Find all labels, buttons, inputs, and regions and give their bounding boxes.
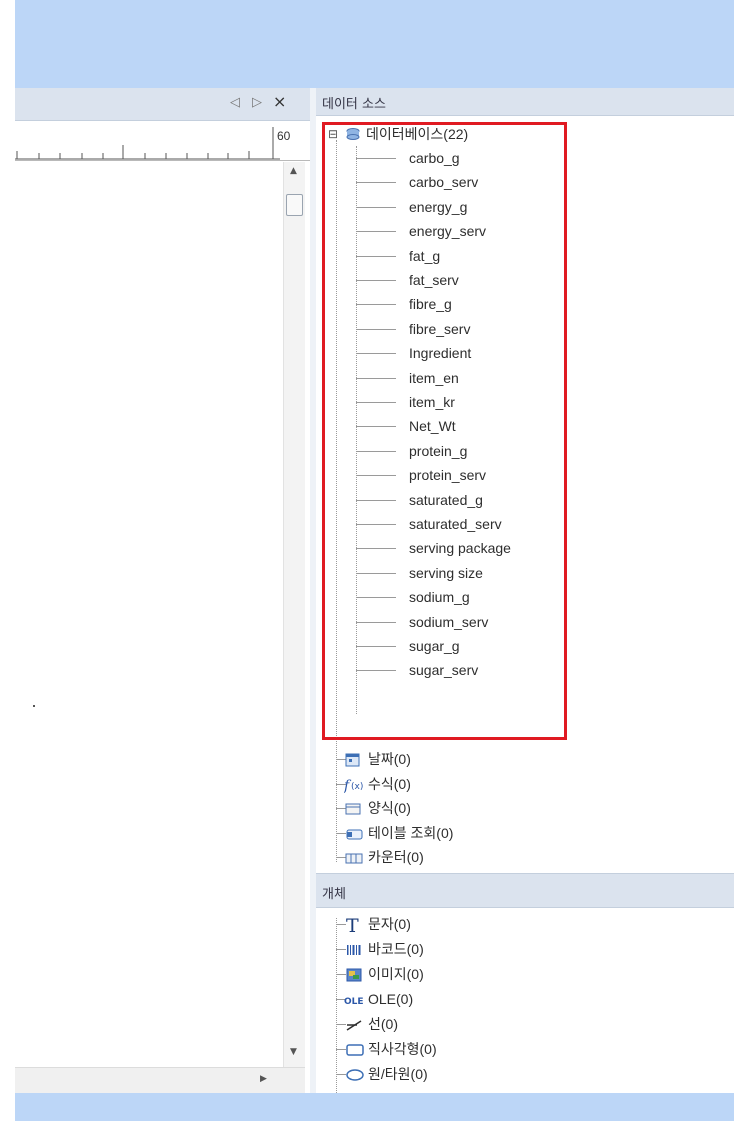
canvas-marker [33,705,35,707]
scroll-thumb[interactable] [286,194,303,216]
data-source-title: 데이터 소스 [322,97,386,112]
tree-item[interactable]: 직사각형(0) [344,1037,604,1061]
svg-text:OLE: OLE [344,997,364,1007]
tree-item[interactable]: 카운터(0) [344,845,604,869]
tree-item-label: 이미지(0) [368,966,424,982]
close-icon[interactable]: × [273,92,286,111]
tree-item[interactable]: 날짜(0) [344,747,604,771]
svg-text:(x): (x) [351,782,363,792]
tree-item[interactable]: 양식(0) [344,796,604,820]
ellipse-icon [344,1066,366,1090]
tree-item[interactable]: 테이블 조회(0) [344,821,604,845]
design-panel-header: ◁ ▷ × [15,88,310,121]
tree-item[interactable]: 원/타원(0) [344,1062,604,1086]
tree-item-label: 양식(0) [368,800,411,817]
tree-item-label: 카운터(0) [368,849,424,866]
title-bar [15,0,734,88]
objects-tree: T 문자(0) 바코드(0) 이미지(0) OLE OLE(0) 선(0) 직사각형(0) 원/… [316,908,734,1093]
scroll-up-icon[interactable]: ▲ [290,166,297,176]
scroll-right-icon[interactable]: ▶ [260,1074,267,1084]
tree-item[interactable]: f (x) 수식(0) [343,772,604,796]
data-source-header: 데이터 소스 [316,88,734,116]
status-bar [15,1093,734,1121]
tree-item-label: OLE(0) [368,991,414,1007]
scroll-down-icon[interactable]: ▼ [290,1047,297,1057]
tree-item[interactable]: 바코드(0) [344,937,604,961]
nav-prev-icon[interactable]: ◁ [230,95,240,110]
svg-text:T: T [346,916,359,934]
objects-title: 개체 [322,887,346,902]
counter-icon [344,849,364,873]
tree-item[interactable]: OLE OLE(0) [344,987,604,1011]
tree-item-label: 직사각형(0) [368,1041,437,1057]
tree-item-label: 수식(0) [368,775,411,792]
design-panel: ◁ ▷ × 60 ▲ ▼ ▶ [15,88,310,1093]
tree-line [336,918,337,1093]
highlight-box [322,122,567,740]
tree-item[interactable]: 이미지(0) [344,962,604,986]
ruler-number: 60 [277,129,291,143]
horizontal-ruler: 60 [15,121,310,161]
vertical-scrollbar[interactable]: ▲ ▼ [283,162,305,1067]
tree-item-label: 테이블 조회(0) [368,824,454,841]
nav-next-icon[interactable]: ▷ [252,95,262,110]
tree-item[interactable]: T 문자(0) [344,912,604,937]
tree-item-label: 선(0) [368,1016,398,1032]
objects-header: 개체 [316,873,734,908]
tree-item-label: 문자(0) [368,916,411,932]
tree-item-label: 원/타원(0) [368,1066,428,1082]
tree-item-label: 바코드(0) [368,941,424,957]
tree-item[interactable]: 선(0) [344,1012,604,1036]
design-canvas[interactable] [15,162,280,1067]
tree-item-label: 날짜(0) [368,751,411,767]
horizontal-scrollbar[interactable]: ▶ [15,1067,305,1093]
